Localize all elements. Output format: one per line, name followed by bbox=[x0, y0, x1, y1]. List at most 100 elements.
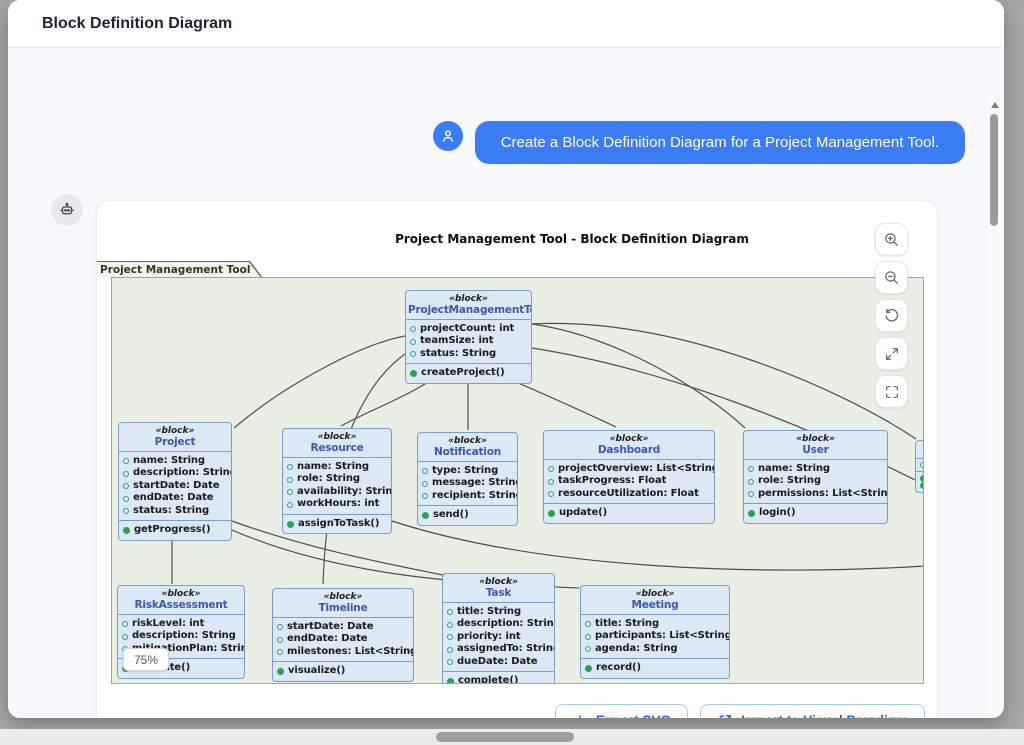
block-attrs-section: name: Stringdescription: StringstartDate… bbox=[119, 452, 231, 521]
attribute-row: name: String bbox=[123, 455, 227, 468]
block-ProjectManagementTool[interactable]: «block»ProjectManagementToolprojectCount… bbox=[405, 290, 532, 384]
block-name: Dashboard bbox=[546, 444, 712, 457]
zoom-toolbar bbox=[875, 223, 909, 408]
attribute-row: description: String bbox=[123, 467, 227, 480]
horizontal-scrollbar bbox=[0, 729, 1024, 745]
operation-row bbox=[920, 475, 924, 482]
block-attrs-section: title: Stringdescription: Stringpriority… bbox=[443, 603, 554, 672]
op-bullet-icon bbox=[123, 527, 130, 534]
block-stereotype: «block» bbox=[121, 426, 229, 436]
attr-bullet-icon bbox=[287, 489, 293, 495]
user-message-row: Create a Block Definition Diagram for a … bbox=[8, 121, 965, 164]
card-actions: Export SVG Import to Visual Paradigm bbox=[555, 704, 925, 718]
op-bullet-icon bbox=[287, 521, 294, 528]
block-Project[interactable]: «block»Projectname: Stringdescription: S… bbox=[118, 422, 232, 541]
attribute-row-label: name: String bbox=[758, 463, 830, 476]
attribute-row: description: String bbox=[447, 618, 550, 631]
attribute-row-label: endDate: Date bbox=[287, 633, 367, 646]
block-stereotype: «block» bbox=[546, 434, 712, 444]
block-User[interactable]: «block»User name: Stringrole: Stringpermi… bbox=[743, 430, 888, 524]
block-header: «block»Meeting bbox=[581, 586, 729, 615]
export-svg-button[interactable]: Export SVG bbox=[555, 704, 688, 718]
block-header: «block»Resource bbox=[283, 429, 391, 458]
attr-bullet-icon bbox=[585, 646, 591, 652]
attribute-row-label: description: String bbox=[457, 618, 555, 631]
fullscreen-button[interactable] bbox=[875, 375, 908, 408]
op-bullet-icon bbox=[447, 678, 454, 684]
operation-row: visualize() bbox=[277, 665, 409, 678]
attribute-row-label: name: String bbox=[297, 461, 369, 474]
import-visual-paradigm-button[interactable]: Import to Visual Paradigm bbox=[700, 704, 925, 718]
zoom-level-badge: 75% bbox=[123, 648, 169, 671]
operation-row-label: update() bbox=[559, 507, 607, 520]
block-ops-section: createProject() bbox=[406, 363, 531, 383]
attr-bullet-icon bbox=[548, 466, 554, 472]
attr-bullet-icon bbox=[920, 462, 924, 468]
dialog-body: Create a Block Definition Diagram for a … bbox=[8, 48, 1004, 718]
attr-bullet-icon bbox=[123, 496, 129, 502]
attr-bullet-icon bbox=[410, 326, 416, 332]
attribute-row: agenda: String bbox=[585, 643, 725, 656]
block-Task[interactable]: «block»Tasktitle: Stringdescription: Str… bbox=[442, 573, 555, 684]
operation-row bbox=[920, 482, 924, 489]
attribute-row: milestones: List<String> bbox=[277, 646, 409, 659]
block-header: «block»Dashboard bbox=[544, 431, 714, 460]
attribute-row-label: status: String bbox=[420, 348, 496, 361]
block-name: RiskAssessment bbox=[120, 599, 242, 612]
diagram-canvas[interactable]: «block»ProjectManagementToolprojectCount… bbox=[111, 277, 924, 684]
block-partial[interactable] bbox=[915, 440, 924, 493]
operation-row-label: getProgress() bbox=[134, 524, 210, 537]
expand-icon bbox=[884, 346, 900, 362]
zoom-out-button[interactable] bbox=[875, 261, 908, 294]
vertical-scrollbar bbox=[988, 98, 1001, 718]
bot-avatar bbox=[51, 194, 83, 226]
block-Notification[interactable]: «block»Notificationtype: Stringmessage: … bbox=[417, 432, 518, 526]
operation-row-label: send() bbox=[433, 509, 469, 522]
operation-row-label: record() bbox=[596, 662, 641, 675]
attribute-row-label: projectOverview: List<String> bbox=[558, 463, 715, 476]
attribute-row: projectOverview: List<String> bbox=[548, 463, 710, 476]
block-ops-section: complete() bbox=[443, 671, 554, 684]
attr-bullet-icon bbox=[447, 659, 453, 665]
operation-row-label: complete() bbox=[458, 675, 518, 684]
attr-bullet-icon bbox=[447, 609, 453, 615]
block-Dashboard[interactable]: «block»Dashboard projectOverview: List<St… bbox=[543, 430, 715, 524]
attribute-row-label: priority: int bbox=[457, 631, 521, 644]
expand-button[interactable] bbox=[875, 337, 908, 370]
operation-row: createProject() bbox=[410, 367, 527, 380]
reset-view-button[interactable] bbox=[875, 299, 908, 332]
attr-bullet-icon bbox=[748, 491, 754, 497]
block-Timeline[interactable]: «block»TimelinestartDate: DateendDate: D… bbox=[272, 588, 414, 682]
user-message-bubble: Create a Block Definition Diagram for a … bbox=[475, 121, 965, 164]
attribute-row-label: riskLevel: int bbox=[132, 618, 204, 631]
export-svg-label: Export SVG bbox=[596, 713, 671, 718]
op-bullet-icon bbox=[585, 665, 592, 672]
scrollbar-up-arrow[interactable] bbox=[991, 102, 999, 108]
diagram-tab[interactable]: Project Management Tool bbox=[96, 261, 263, 278]
attribute-row: recipient: String bbox=[422, 490, 513, 503]
zoom-in-button[interactable] bbox=[875, 223, 908, 256]
attribute-row-label: milestones: List<String> bbox=[287, 646, 414, 659]
attribute-row-label: description: String bbox=[132, 630, 236, 643]
attribute-row: name: String bbox=[748, 463, 883, 476]
attribute-row: status: String bbox=[410, 348, 527, 361]
block-Meeting[interactable]: «block»Meetingtitle: Stringparticipants:… bbox=[580, 585, 730, 679]
block-name: ProjectManagementTool bbox=[408, 304, 529, 317]
attribute-row: permissions: List<String> bbox=[748, 488, 883, 501]
horizontal-scrollbar-thumb[interactable] bbox=[436, 732, 574, 742]
attribute-row: role: String bbox=[748, 475, 883, 488]
attr-bullet-icon bbox=[748, 479, 754, 485]
attr-bullet-icon bbox=[122, 634, 128, 640]
vertical-scrollbar-thumb[interactable] bbox=[990, 114, 998, 226]
attribute-row-label: resourceUtilization: Float bbox=[558, 488, 699, 501]
block-header: «block»User bbox=[744, 431, 887, 460]
attr-bullet-icon bbox=[447, 647, 453, 653]
reset-icon bbox=[883, 307, 900, 324]
block-Resource[interactable]: «block»Resourcename: Stringrole: Stringa… bbox=[282, 428, 392, 534]
block-ops-section: visualize() bbox=[273, 661, 413, 681]
attribute-row-label: agenda: String bbox=[595, 643, 677, 656]
fullscreen-icon bbox=[884, 384, 900, 400]
attribute-row-label: taskProgress: Float bbox=[558, 475, 666, 488]
block-definition-dialog: Block Definition Diagram Create a Block … bbox=[8, 0, 1004, 718]
zoom-in-icon bbox=[883, 231, 900, 248]
